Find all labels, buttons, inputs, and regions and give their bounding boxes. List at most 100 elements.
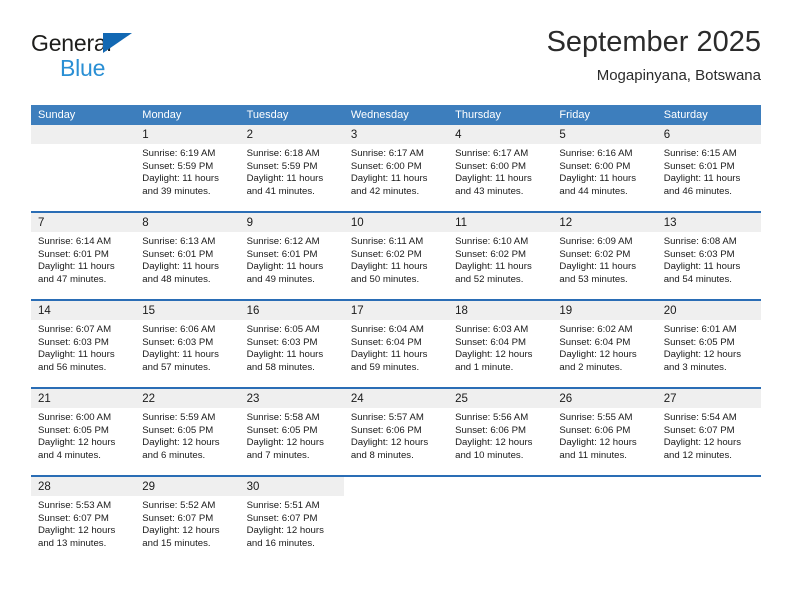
calendar-day-cell[interactable]: 15 Sunrise: 6:06 AM Sunset: 6:03 PM Dayligh… — [135, 301, 240, 387]
calendar-week-row: 28 Sunrise: 5:53 AM Sunset: 6:07 PM Dayligh… — [31, 475, 761, 563]
logo-top-row: General — [31, 30, 231, 56]
sunrise-text: Sunrise: 6:00 AM — [38, 412, 112, 423]
day-number: 10 — [350, 217, 364, 229]
day-number-band: 15 — [135, 301, 240, 320]
calendar-day-cell[interactable]: 5 Sunrise: 6:16 AM Sunset: 6:00 PM Daylight… — [552, 125, 657, 211]
calendar-day-cell[interactable]: 25 Sunrise: 5:56 AM Sunset: 6:06 PM Dayligh… — [448, 389, 553, 475]
sunset-text: Sunset: 6:05 PM — [246, 424, 318, 436]
day-number-band: 23 — [239, 389, 344, 408]
daylight-text-line2: and 41 minutes. — [246, 185, 315, 197]
calendar-day-cell[interactable]: 28 Sunrise: 5:53 AM Sunset: 6:07 PM Dayligh… — [31, 477, 136, 563]
sunset-text: Sunset: 6:02 PM — [350, 248, 422, 260]
calendar-day-cell[interactable]: 22 Sunrise: 5:59 AM Sunset: 6:05 PM Dayligh… — [135, 389, 240, 475]
sunrise-text: Sunrise: 6:01 AM — [663, 324, 737, 335]
daylight-text-line1: Daylight: 11 hours — [38, 349, 115, 361]
day-number-band: 2 — [239, 125, 344, 144]
calendar-day-cell[interactable]: 8 Sunrise: 6:13 AM Sunset: 6:01 PM Daylight… — [135, 213, 240, 299]
calendar-day-cell[interactable]: 30 Sunrise: 5:51 AM Sunset: 6:07 PM Dayligh… — [239, 477, 344, 563]
calendar-day-cell[interactable]: 18 Sunrise: 6:03 AM Sunset: 6:04 PM Dayligh… — [448, 301, 553, 387]
daylight-text-line2: and 43 minutes. — [455, 185, 524, 197]
daylight-text-line1: Daylight: 12 hours — [38, 525, 116, 537]
daylight-text-line1: Daylight: 11 hours — [663, 261, 741, 273]
daylight-text-line1: Daylight: 12 hours — [559, 437, 637, 449]
calendar-day-cell[interactable]: 16 Sunrise: 6:05 AM Sunset: 6:03 PM Dayligh… — [239, 301, 344, 387]
day-details: Sunrise: 5:51 AM Sunset: 6:07 PM Daylight:… — [240, 496, 344, 563]
daylight-text-line1: Daylight: 12 hours — [246, 437, 324, 449]
sunrise-text: Sunrise: 5:59 AM — [142, 412, 216, 423]
weekday-header-sunday: Sunday — [38, 109, 76, 121]
sunset-text: Sunset: 6:00 PM — [455, 160, 527, 172]
calendar-day-cell[interactable]: 2 Sunrise: 6:18 AM Sunset: 5:59 PM Daylight… — [239, 125, 344, 211]
day-number-band: 3 — [343, 125, 449, 144]
day-number: 16 — [246, 305, 260, 317]
daylight-text-line2: and 47 minutes. — [38, 273, 107, 285]
sunset-text: Sunset: 5:59 PM — [142, 160, 214, 172]
calendar-day-cell[interactable]: 3 Sunrise: 6:17 AM Sunset: 6:00 PM Daylight… — [343, 125, 449, 211]
daylight-text-line1: Daylight: 11 hours — [142, 349, 219, 361]
day-number: 1 — [142, 129, 149, 141]
daylight-text-line1: Daylight: 11 hours — [455, 173, 532, 185]
daylight-text-line2: and 53 minutes. — [559, 273, 628, 285]
daylight-text-line1: Daylight: 11 hours — [455, 261, 532, 273]
day-number: 28 — [38, 481, 51, 493]
calendar-day-cell[interactable]: 11 Sunrise: 6:10 AM Sunset: 6:02 PM Dayligh… — [448, 213, 553, 299]
sunrise-text: Sunrise: 5:58 AM — [246, 412, 320, 423]
calendar-day-cell[interactable]: 19 Sunrise: 6:02 AM Sunset: 6:04 PM Dayligh… — [552, 301, 657, 387]
calendar-day-cell[interactable]: 9 Sunrise: 6:12 AM Sunset: 6:01 PM Daylight… — [239, 213, 344, 299]
day-number: 26 — [559, 393, 573, 405]
calendar-day-cell[interactable]: 14 Sunrise: 6:07 AM Sunset: 6:03 PM Dayligh… — [31, 301, 136, 387]
calendar-day-cell[interactable]: 23 Sunrise: 5:58 AM Sunset: 6:05 PM Dayligh… — [239, 389, 344, 475]
calendar-day-cell-empty — [448, 477, 553, 563]
calendar-day-cell[interactable]: 29 Sunrise: 5:52 AM Sunset: 6:07 PM Dayligh… — [135, 477, 240, 563]
sunrise-text: Sunrise: 6:17 AM — [350, 148, 424, 159]
calendar-day-cell[interactable]: 1 Sunrise: 6:19 AM Sunset: 5:59 PM Daylight… — [135, 125, 240, 211]
calendar-day-cell[interactable]: 13 Sunrise: 6:08 AM Sunset: 6:03 PM Dayligh… — [656, 213, 761, 299]
calendar-day-cell[interactable]: 4 Sunrise: 6:17 AM Sunset: 6:00 PM Daylight… — [448, 125, 553, 211]
day-number-band: 26 — [552, 389, 657, 408]
sunrise-text: Sunrise: 6:03 AM — [455, 324, 529, 335]
daylight-text-line2: and 48 minutes. — [142, 273, 211, 285]
daylight-text-line2: and 57 minutes. — [142, 361, 211, 373]
day-number-band — [656, 477, 761, 496]
day-number-band: 27 — [656, 389, 761, 408]
sunset-text: Sunset: 6:00 PM — [350, 160, 422, 172]
sunset-text: Sunset: 6:07 PM — [38, 512, 109, 524]
daylight-text-line1: Daylight: 11 hours — [246, 173, 324, 185]
logo-triangle-icon — [103, 33, 132, 53]
calendar-day-cell[interactable]: 6 Sunrise: 6:15 AM Sunset: 6:01 PM Daylight… — [656, 125, 761, 211]
daylight-text-line2: and 16 minutes. — [246, 537, 315, 549]
calendar-day-cell[interactable]: 21 Sunrise: 6:00 AM Sunset: 6:05 PM Dayligh… — [31, 389, 136, 475]
daylight-text-line2: and 39 minutes. — [142, 185, 211, 197]
day-number: 27 — [663, 393, 677, 405]
day-number: 3 — [350, 129, 358, 141]
calendar-day-cell[interactable]: 26 Sunrise: 5:55 AM Sunset: 6:06 PM Dayligh… — [552, 389, 657, 475]
sunset-text: Sunset: 6:00 PM — [559, 160, 631, 172]
sunrise-text: Sunrise: 6:14 AM — [38, 236, 112, 247]
calendar-day-cell[interactable]: 24 Sunrise: 5:57 AM Sunset: 6:06 PM Dayligh… — [343, 389, 449, 475]
day-details: Sunrise: 5:53 AM Sunset: 6:07 PM Daylight:… — [31, 496, 135, 563]
daylight-text-line2: and 44 minutes. — [559, 185, 628, 197]
calendar-grid: Sunday Monday Tuesday Wednesday Thursday… — [31, 105, 761, 563]
daylight-text-line1: Daylight: 12 hours — [455, 349, 533, 361]
day-number-band: 11 — [448, 213, 553, 232]
daylight-text-line1: Daylight: 12 hours — [559, 349, 637, 361]
sunrise-text: Sunrise: 6:16 AM — [559, 148, 633, 159]
sunset-text: Sunset: 6:03 PM — [246, 336, 318, 348]
calendar-day-cell[interactable]: 20 Sunrise: 6:01 AM Sunset: 6:05 PM Dayligh… — [656, 301, 761, 387]
sunrise-text: Sunrise: 5:55 AM — [559, 412, 633, 423]
general-blue-logo[interactable]: General Blue — [31, 30, 231, 88]
calendar-day-cell[interactable]: 10 Sunrise: 6:11 AM Sunset: 6:02 PM Dayligh… — [343, 213, 449, 299]
calendar-day-cell[interactable]: 17 Sunrise: 6:04 AM Sunset: 6:04 PM Dayligh… — [343, 301, 449, 387]
calendar-day-cell[interactable]: 7 Sunrise: 6:14 AM Sunset: 6:01 PM Daylight… — [31, 213, 136, 299]
calendar-day-cell[interactable]: 27 Sunrise: 5:54 AM Sunset: 6:07 PM Dayligh… — [656, 389, 761, 475]
daylight-text-line2: and 15 minutes. — [142, 537, 211, 549]
sunset-text: Sunset: 6:06 PM — [455, 424, 527, 436]
day-details: Sunrise: 6:05 AM Sunset: 6:03 PM Daylight:… — [240, 320, 344, 387]
sunrise-text: Sunrise: 6:13 AM — [142, 236, 216, 247]
sunrise-text: Sunrise: 6:12 AM — [246, 236, 320, 247]
calendar-day-cell[interactable]: 12 Sunrise: 6:09 AM Sunset: 6:02 PM Dayligh… — [552, 213, 657, 299]
daylight-text-line2: and 54 minutes. — [663, 273, 732, 285]
day-details — [552, 496, 657, 563]
sunset-text: Sunset: 6:04 PM — [455, 336, 527, 348]
sunrise-text: Sunrise: 6:06 AM — [142, 324, 216, 335]
